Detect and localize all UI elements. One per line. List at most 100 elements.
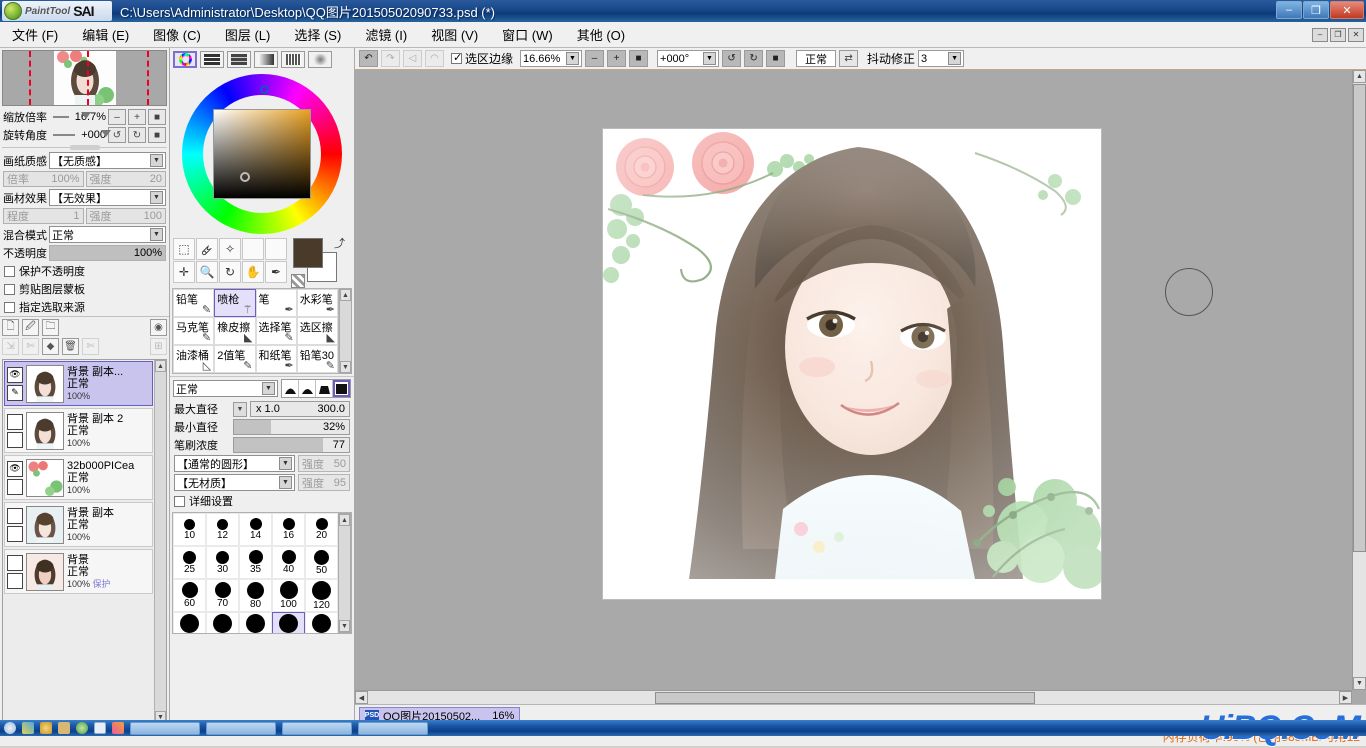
rotate-reset-button[interactable]: ■ [148, 127, 166, 143]
max-diameter-field[interactable]: x 1.0 300.0 [250, 401, 350, 417]
hand-icon[interactable]: ✋ [242, 261, 264, 283]
brush-select-pen[interactable]: 选择笔 ✎ [255, 317, 297, 345]
taskbar-window-2[interactable] [206, 721, 276, 735]
magic-wand-icon[interactable]: ✧ [219, 238, 241, 260]
doc-minimize-button[interactable]: – [1312, 27, 1328, 42]
brush-pen[interactable]: 笔 ✒ [255, 289, 297, 317]
taskbar-icon-3[interactable] [58, 722, 70, 734]
layer-row[interactable]: 背景 正常 100% 保护 [4, 549, 153, 594]
menu-view[interactable]: 视图 (V) [419, 23, 490, 46]
canvas-horizontal-scrollbar[interactable]: ◀ ▶ [355, 690, 1352, 704]
scroll-up-icon[interactable]: ▲ [1353, 70, 1366, 83]
scroll-up-icon[interactable]: ▲ [340, 289, 351, 301]
blend-mode-select[interactable]: 正常 ▼ [49, 226, 166, 243]
chevron-down-icon[interactable]: ▼ [279, 476, 292, 489]
detail-settings-checkbox[interactable] [174, 495, 185, 507]
chevron-down-icon[interactable]: ▼ [150, 228, 163, 241]
scroll-right-icon[interactable]: ▶ [1339, 691, 1352, 704]
chevron-down-icon[interactable]: ▼ [262, 382, 275, 395]
brush-size-cell[interactable]: 30 [206, 546, 239, 579]
lasso-select-icon[interactable]: 🜸 [196, 238, 218, 260]
zoom-icon[interactable]: 🔍 [196, 261, 218, 283]
brush-airbrush[interactable]: 喷枪 ⚚ [214, 289, 256, 317]
tool-empty-slot-2[interactable] [265, 238, 287, 260]
brush-size-cell[interactable]: 10 [173, 513, 206, 546]
rotate-slider[interactable] [53, 130, 111, 137]
brush-size-cell[interactable]: 16 [272, 513, 305, 546]
color-wheel-widget[interactable] [170, 71, 354, 236]
taskbar-icon-5[interactable] [94, 722, 106, 734]
brush-binary[interactable]: 2值笔 ✎ [214, 345, 256, 373]
tool-empty-slot-1[interactable] [242, 238, 264, 260]
taskbar-window-3[interactable] [282, 721, 352, 735]
move-icon[interactable]: ✛ [173, 261, 195, 283]
new-layer-icon[interactable]: 🗋 [2, 319, 19, 336]
layer-row[interactable]: 背景 副本 正常 100% [4, 502, 153, 547]
brush-size-cell[interactable]: 12 [206, 513, 239, 546]
brush-size-cell[interactable]: 120 [305, 579, 338, 612]
swap-colors-icon[interactable]: ⤴ [334, 235, 345, 251]
navigator-preview[interactable] [2, 50, 167, 106]
rgb-sliders-icon[interactable] [200, 51, 224, 68]
rotate-icon[interactable]: ↻ [219, 261, 241, 283]
brush-size-scrollbar[interactable]: ▲ ▼ [338, 513, 351, 633]
layer-visibility-toggle[interactable] [7, 507, 23, 524]
delete-layer-icon[interactable]: 🗑 [62, 338, 79, 355]
protect-alpha-row[interactable]: 保护不透明度 [0, 262, 169, 280]
taskbar-icon-6[interactable] [112, 722, 124, 734]
brush-size-cell[interactable]: 25 [173, 546, 206, 579]
flip-horizontal-icon[interactable]: ⇄ [839, 50, 859, 67]
brush-select-eraser[interactable]: 选区擦 ◣ [296, 317, 338, 345]
rotate-cw-button[interactable]: ↻ [128, 127, 146, 143]
brush-size-cell[interactable]: 35 [239, 546, 272, 579]
maximize-button[interactable]: ❐ [1303, 1, 1329, 19]
stabilizer-field[interactable]: 3 ▼ [918, 50, 965, 67]
brush-size-cell[interactable]: 14 [239, 513, 272, 546]
layer-row[interactable]: 👁 32b000PICea 正常 100% [4, 455, 153, 500]
effect-degree-field[interactable]: 程度 1 [3, 208, 84, 224]
brush-size-cell[interactable]: 300 [272, 612, 305, 633]
saturation-value-square[interactable] [213, 108, 311, 199]
artboard[interactable] [602, 128, 1102, 600]
zoom-slider[interactable] [53, 112, 91, 119]
new-linework-layer-icon[interactable]: 🖉 [22, 319, 39, 336]
clear-layer-icon[interactable]: ◆ [42, 338, 59, 355]
layer-visibility-toggle[interactable] [7, 554, 23, 571]
brush-size-cell[interactable]: 350 [305, 612, 338, 633]
add-below-icon[interactable]: ⊞ [150, 338, 167, 355]
menu-filter[interactable]: 滤镜 (I) [353, 23, 419, 46]
hue-ring[interactable] [182, 73, 342, 234]
edge-shape-hard-square[interactable] [333, 380, 350, 397]
gradient-bar-icon[interactable] [254, 51, 278, 68]
brush-size-cell[interactable]: 250 [239, 612, 272, 633]
brush-size-cell[interactable]: 160 [173, 612, 206, 633]
canvas-rotate-reset-button[interactable]: ■ [766, 50, 786, 67]
zoom-in-button[interactable]: + [128, 109, 146, 125]
selection-edge-checkbox[interactable]: ✓ [451, 52, 462, 64]
effect-strength-field[interactable]: 强度 100 [85, 208, 166, 224]
rect-select-icon[interactable]: ⬚ [173, 238, 195, 260]
edge-shape-soft-round[interactable] [282, 380, 299, 397]
layer-select-toggle[interactable]: ✎ [7, 384, 23, 401]
edge-shape-round[interactable] [299, 380, 316, 397]
canvas-vertical-scrollbar[interactable]: ▲ ▼ [1352, 70, 1366, 690]
menu-other[interactable]: 其他 (O) [565, 23, 637, 46]
brush-size-cell[interactable]: 80 [239, 579, 272, 612]
layer-select-toggle[interactable] [7, 431, 23, 448]
undo-icon[interactable]: ↶ [359, 50, 378, 67]
brush-bucket[interactable]: 油漆桶 ◺ [173, 345, 215, 373]
scroll-up-icon[interactable]: ▲ [339, 514, 350, 526]
layer-visibility-toggle[interactable]: 👁 [7, 366, 23, 383]
min-diameter-slider[interactable]: 32% [233, 419, 350, 435]
chevron-down-icon[interactable]: ▼ [150, 191, 163, 204]
redo-icon[interactable]: ↷ [381, 50, 400, 67]
layer-visibility-toggle[interactable]: 👁 [7, 460, 23, 477]
canvas-rotate-cw-button[interactable]: ↻ [744, 50, 764, 67]
detail-settings-row[interactable]: 详细设置 [170, 492, 354, 510]
nav-next-icon[interactable]: ◠ [425, 50, 444, 67]
select-source-checkbox[interactable] [4, 301, 15, 313]
scroll-down-icon[interactable]: ▼ [339, 620, 350, 632]
scroll-down-icon[interactable]: ▼ [340, 361, 351, 373]
transfer-down-icon[interactable]: ✄ [82, 338, 99, 355]
menu-select[interactable]: 选择 (S) [282, 23, 353, 46]
